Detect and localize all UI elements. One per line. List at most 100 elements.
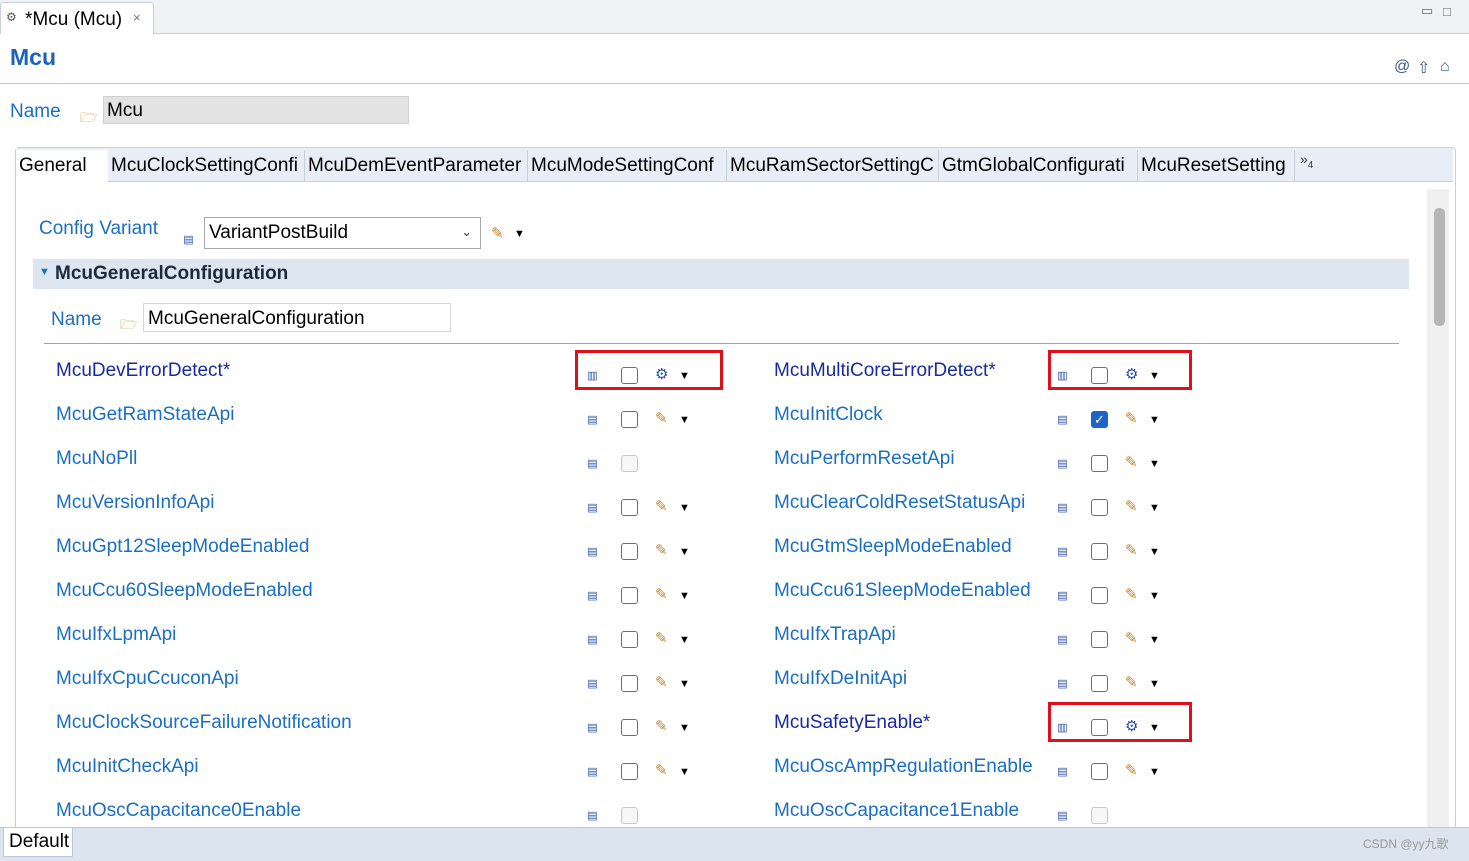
tab-mcu-ram-sector-setting[interactable]: McuRamSectorSettingC bbox=[727, 150, 939, 181]
parameter-checkbox[interactable] bbox=[621, 499, 638, 516]
tab-default[interactable]: Default bbox=[3, 828, 73, 857]
parameter-checkbox[interactable]: ✓ bbox=[1091, 411, 1108, 428]
parameter-label[interactable]: McuIfxCpuCcuconApi bbox=[56, 668, 239, 690]
pencil-icon[interactable]: ✎ bbox=[1125, 453, 1138, 471]
pencil-icon[interactable]: ✎ bbox=[1125, 409, 1138, 427]
maximize-icon[interactable]: □ bbox=[1443, 4, 1451, 19]
dropdown-arrow-icon[interactable]: ▼ bbox=[1149, 414, 1160, 426]
parameter-checkbox[interactable] bbox=[1091, 455, 1108, 472]
parameter-label[interactable]: McuPerformResetApi bbox=[774, 448, 955, 470]
parameter-label[interactable]: McuIfxLpmApi bbox=[56, 624, 176, 646]
parameter-label[interactable]: McuOscAmpRegulationEnable bbox=[774, 756, 1033, 778]
config-class-icon: ▤ bbox=[587, 678, 598, 690]
section-name-label[interactable]: Name bbox=[51, 309, 102, 331]
parameter-checkbox[interactable] bbox=[1091, 675, 1108, 692]
dropdown-arrow-icon[interactable]: ▼ bbox=[1149, 546, 1160, 558]
parameter-label[interactable]: McuInitCheckApi bbox=[56, 756, 199, 778]
config-variant-label[interactable]: Config Variant bbox=[39, 218, 158, 240]
pencil-icon[interactable]: ✎ bbox=[655, 673, 668, 691]
scrollbar-thumb[interactable] bbox=[1434, 208, 1445, 326]
config-variant-select[interactable]: VariantPostBuild ⌄ bbox=[204, 217, 481, 249]
pencil-icon[interactable]: ✎ bbox=[655, 541, 668, 559]
tab-mcu-clock-setting[interactable]: McuClockSettingConfi bbox=[108, 150, 305, 181]
pencil-icon[interactable]: ✎ bbox=[1125, 673, 1138, 691]
dropdown-arrow-icon[interactable]: ▼ bbox=[514, 228, 525, 240]
editor-tab[interactable]: ⚙ *Mcu (Mcu) × bbox=[0, 2, 154, 34]
dropdown-arrow-icon[interactable]: ▼ bbox=[1149, 634, 1160, 646]
dropdown-arrow-icon[interactable]: ▼ bbox=[1149, 590, 1160, 602]
up-arrow-icon[interactable]: ⇧ bbox=[1417, 58, 1430, 78]
pencil-icon[interactable]: ✎ bbox=[655, 717, 668, 735]
parameter-checkbox[interactable] bbox=[621, 631, 638, 648]
pencil-icon[interactable]: ✎ bbox=[1125, 761, 1138, 779]
parameter-label[interactable]: McuGpt12SleepModeEnabled bbox=[56, 536, 310, 558]
dropdown-arrow-icon[interactable]: ▼ bbox=[1149, 458, 1160, 470]
tab-gtm-global-configuration[interactable]: GtmGlobalConfigurati bbox=[939, 150, 1138, 181]
pencil-icon[interactable]: ✎ bbox=[655, 761, 668, 779]
pencil-icon[interactable]: ✎ bbox=[1125, 629, 1138, 647]
parameter-label[interactable]: McuInitClock bbox=[774, 404, 883, 426]
collapse-triangle-icon[interactable]: ▼ bbox=[39, 266, 50, 278]
parameter-checkbox[interactable] bbox=[1091, 631, 1108, 648]
parameter-label[interactable]: McuOscCapacitance1Enable bbox=[774, 800, 1019, 822]
parameter-label[interactable]: McuVersionInfoApi bbox=[56, 492, 214, 514]
dropdown-arrow-icon[interactable]: ▼ bbox=[1149, 766, 1160, 778]
tab-mcu-mode-setting[interactable]: McuModeSettingConf bbox=[528, 150, 727, 181]
section-name-field[interactable]: McuGeneralConfiguration bbox=[143, 303, 451, 332]
parameter-label[interactable]: McuIfxTrapApi bbox=[774, 624, 896, 646]
tab-mcu-dem-event-parameter[interactable]: McuDemEventParameter bbox=[305, 150, 528, 181]
parameter-checkbox[interactable] bbox=[621, 543, 638, 560]
parameter-label[interactable]: McuCcu61SleepModeEnabled bbox=[774, 580, 1031, 602]
parameter-label[interactable]: McuSafetyEnable* bbox=[774, 712, 930, 734]
home-icon[interactable]: ⌂ bbox=[1440, 58, 1450, 76]
parameter-checkbox[interactable] bbox=[621, 719, 638, 736]
dropdown-arrow-icon[interactable]: ▼ bbox=[679, 414, 690, 426]
more-tabs-count: 4 bbox=[1307, 159, 1314, 171]
at-icon[interactable]: @ bbox=[1394, 58, 1410, 76]
tab-general[interactable]: General bbox=[16, 150, 108, 182]
pencil-icon[interactable]: ✎ bbox=[655, 629, 668, 647]
parameter-label[interactable]: McuNoPll bbox=[56, 448, 137, 470]
name-field[interactable]: Mcu bbox=[103, 96, 409, 124]
parameter-checkbox[interactable] bbox=[621, 675, 638, 692]
parameter-label[interactable]: McuGetRamStateApi bbox=[56, 404, 234, 426]
parameter-label[interactable]: McuIfxDeInitApi bbox=[774, 668, 907, 690]
parameter-checkbox[interactable] bbox=[621, 763, 638, 780]
pencil-icon[interactable]: ✎ bbox=[491, 224, 504, 242]
pencil-icon[interactable]: ✎ bbox=[655, 409, 668, 427]
parameter-label[interactable]: McuClearColdResetStatusApi bbox=[774, 492, 1025, 514]
parameter-label[interactable]: McuGtmSleepModeEnabled bbox=[774, 536, 1012, 558]
parameter-checkbox[interactable] bbox=[621, 411, 638, 428]
parameter-label[interactable]: McuOscCapacitance0Enable bbox=[56, 800, 301, 822]
dropdown-arrow-icon[interactable]: ▼ bbox=[679, 634, 690, 646]
pencil-icon[interactable]: ✎ bbox=[655, 585, 668, 603]
parameter-checkbox[interactable] bbox=[1091, 763, 1108, 780]
parameter-checkbox[interactable] bbox=[1091, 543, 1108, 560]
highlight-box bbox=[1048, 350, 1192, 390]
config-class-icon: ▤ bbox=[1057, 414, 1068, 426]
dropdown-arrow-icon[interactable]: ▼ bbox=[679, 678, 690, 690]
pencil-icon[interactable]: ✎ bbox=[1125, 541, 1138, 559]
name-label[interactable]: Name bbox=[10, 101, 61, 123]
parameter-label[interactable]: McuMultiCoreErrorDetect* bbox=[774, 360, 996, 382]
pencil-icon[interactable]: ✎ bbox=[655, 497, 668, 515]
pencil-icon[interactable]: ✎ bbox=[1125, 497, 1138, 515]
dropdown-arrow-icon[interactable]: ▼ bbox=[679, 590, 690, 602]
parameter-label[interactable]: McuClockSourceFailureNotification bbox=[56, 712, 352, 734]
dropdown-arrow-icon[interactable]: ▼ bbox=[679, 766, 690, 778]
tab-mcu-reset-setting[interactable]: McuResetSetting bbox=[1138, 150, 1295, 181]
parameter-label[interactable]: McuDevErrorDetect* bbox=[56, 360, 230, 382]
more-tabs-button[interactable]: »4 bbox=[1300, 151, 1313, 171]
dropdown-arrow-icon[interactable]: ▼ bbox=[1149, 678, 1160, 690]
dropdown-arrow-icon[interactable]: ▼ bbox=[679, 546, 690, 558]
dropdown-arrow-icon[interactable]: ▼ bbox=[1149, 502, 1160, 514]
parameter-checkbox[interactable] bbox=[621, 587, 638, 604]
parameter-label[interactable]: McuCcu60SleepModeEnabled bbox=[56, 580, 313, 602]
pencil-icon[interactable]: ✎ bbox=[1125, 585, 1138, 603]
dropdown-arrow-icon[interactable]: ▼ bbox=[679, 722, 690, 734]
minimize-icon[interactable]: ▭ bbox=[1421, 3, 1433, 19]
parameter-checkbox[interactable] bbox=[1091, 587, 1108, 604]
close-icon[interactable]: × bbox=[133, 10, 141, 25]
parameter-checkbox[interactable] bbox=[1091, 499, 1108, 516]
dropdown-arrow-icon[interactable]: ▼ bbox=[679, 502, 690, 514]
